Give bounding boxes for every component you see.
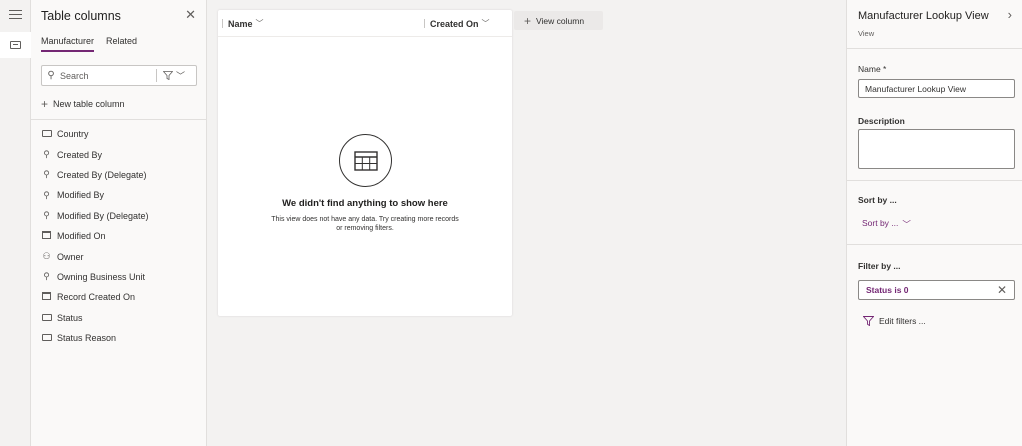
panel-title: Table columns (41, 9, 121, 23)
list-item[interactable]: Status Reason (41, 328, 201, 348)
column-label: Modified By (57, 190, 105, 201)
textbox-icon (41, 129, 52, 139)
list-item[interactable]: ⚲ Modified By (41, 185, 201, 205)
divider (847, 48, 1022, 49)
chevron-down-icon: ﹀ (176, 71, 186, 81)
hamburger-menu-icon[interactable] (9, 10, 22, 20)
resize-handle[interactable] (424, 19, 425, 28)
filter-chip[interactable]: Status is 0 ✕ (858, 280, 1015, 300)
app-rail (0, 0, 31, 446)
edit-filters-label: Edit filters ... (879, 316, 926, 326)
view-properties-panel: Manufacturer Lookup View › View Name * D… (846, 0, 1022, 446)
description-field[interactable] (858, 129, 1015, 169)
name-label: Name * (858, 64, 887, 74)
column-label: Modified On (57, 231, 106, 242)
column-header-label: Name (228, 18, 253, 29)
list-item[interactable]: ⚲ Created By (Delegate) (41, 165, 201, 185)
sort-by-label: Sort by ... (858, 195, 897, 205)
calendar-clock-icon (41, 231, 52, 241)
tab-related[interactable]: Related (106, 36, 137, 52)
column-label: Created By (57, 149, 103, 160)
plus-icon: + (524, 13, 532, 28)
view-grid: Name ﹀ Created On ﹀ We didn't find anyth… (218, 10, 512, 316)
column-label: Created By (Delegate) (57, 169, 147, 180)
columns-icon (10, 41, 21, 49)
column-label: Owner (57, 251, 84, 262)
list-item[interactable]: Country (41, 124, 201, 144)
close-icon[interactable]: ✕ (185, 7, 196, 23)
view-subtitle: View (858, 29, 875, 38)
list-item[interactable]: Status (41, 308, 201, 328)
person-icon: ⚇ (42, 251, 51, 262)
chevron-down-icon: ﹀ (481, 19, 490, 28)
tab-manufacturer[interactable]: Manufacturer (41, 36, 95, 52)
chevron-down-icon: ﹀ (255, 19, 264, 28)
column-header-name[interactable]: Name ﹀ (222, 18, 264, 29)
calendar-icon (41, 292, 52, 302)
add-column-label: View column (536, 15, 585, 26)
filter-by-label: Filter by ... (858, 261, 901, 271)
list-item[interactable]: ⚇ Owner (41, 246, 201, 266)
lookup-icon: ⚲ (43, 189, 50, 200)
list-item[interactable]: Record Created On (41, 287, 201, 307)
table-grid-icon (339, 134, 392, 187)
filter-dropdown[interactable]: ﹀ (156, 69, 185, 82)
list-item[interactable]: Modified On (41, 226, 201, 246)
filter-icon (863, 316, 874, 326)
description-label: Description (858, 116, 905, 126)
add-view-column-button[interactable]: + View column (514, 11, 603, 30)
chevron-down-icon: ﹀ (902, 219, 911, 229)
divider (847, 180, 1022, 181)
column-label: Owning Business Unit (57, 271, 146, 282)
search-icon: ⚲ (47, 70, 55, 81)
lookup-icon: ⚲ (43, 149, 50, 160)
view-title: Manufacturer Lookup View (858, 10, 989, 22)
name-field[interactable] (858, 79, 1015, 98)
filter-chip-label: Status is 0 (866, 285, 909, 295)
divider (847, 244, 1022, 245)
search-input[interactable] (60, 70, 156, 81)
sort-by-link: Sort by ... (862, 218, 899, 228)
search-box: ⚲ ﹀ (41, 65, 197, 86)
chevron-right-icon[interactable]: › (1008, 7, 1012, 22)
filter-icon (163, 71, 173, 80)
empty-state-title: We didn't find anything to show here (282, 198, 448, 209)
column-label: Country (57, 129, 89, 140)
divider (31, 119, 207, 120)
lookup-icon: ⚲ (43, 169, 50, 180)
column-tabs: Manufacturer Related (41, 36, 137, 52)
edit-filters-button[interactable]: Edit filters ... (863, 316, 926, 326)
lookup-icon: ⚲ (43, 271, 50, 282)
grid-header: Name ﹀ Created On ﹀ (218, 10, 512, 37)
new-column-label: New table column (53, 99, 125, 109)
column-label: Status Reason (57, 333, 117, 344)
rail-item-table-columns[interactable] (0, 32, 31, 58)
empty-state-message: This view does not have any data. Try cr… (271, 216, 459, 232)
list-item[interactable]: ⚲ Created By (41, 144, 201, 164)
column-label: Status (57, 312, 83, 323)
textbox-icon (41, 333, 52, 343)
lookup-icon: ⚲ (43, 210, 50, 221)
column-header-label: Created On (430, 18, 479, 29)
plus-icon: + (41, 97, 49, 111)
table-columns-panel: Table columns ✕ Manufacturer Related ⚲ ﹀… (31, 0, 207, 446)
textbox-icon (41, 313, 52, 323)
close-icon[interactable]: ✕ (997, 283, 1007, 297)
list-item[interactable]: ⚲ Owning Business Unit (41, 267, 201, 287)
column-label: Modified By (Delegate) (57, 210, 149, 221)
column-header-created-on[interactable]: Created On ﹀ (424, 18, 490, 29)
sort-by-dropdown[interactable]: Sort by ... ﹀ (862, 218, 911, 230)
new-table-column-button[interactable]: + New table column (41, 97, 125, 111)
column-list: Country ⚲ Created By ⚲ Created By (Delegat… (41, 124, 201, 348)
resize-handle[interactable] (222, 19, 223, 28)
list-item[interactable]: ⚲ Modified By (Delegate) (41, 206, 201, 226)
column-label: Record Created On (57, 292, 136, 303)
